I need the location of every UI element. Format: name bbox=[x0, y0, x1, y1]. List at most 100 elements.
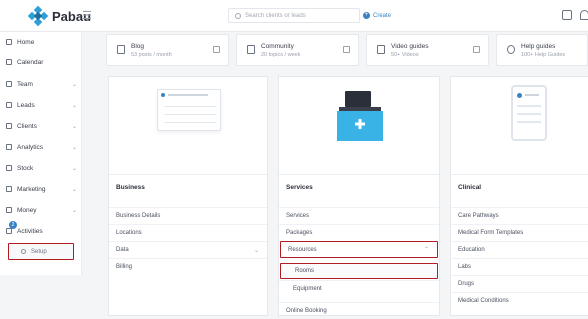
equipment-link[interactable]: Equipment bbox=[279, 280, 439, 297]
stock-icon bbox=[6, 165, 12, 171]
card-subtitle: 50+ Videos bbox=[391, 52, 419, 58]
play-icon bbox=[377, 45, 385, 54]
packages-link[interactable]: Packages bbox=[279, 224, 439, 241]
sidebar-item-analytics[interactable]: Analytics ⌄ bbox=[0, 138, 82, 156]
help-guides-card[interactable]: Help guides 100+ Help Guides bbox=[496, 34, 588, 66]
blog-card[interactable]: Blog 53 posts / month bbox=[106, 34, 229, 66]
column-title: Clinical bbox=[458, 184, 482, 191]
card-title: Blog bbox=[131, 43, 145, 50]
column-title: Business bbox=[116, 184, 145, 191]
sidebar-item-label: Calendar bbox=[17, 58, 44, 66]
calendar-top-icon[interactable] bbox=[562, 10, 572, 20]
external-link-icon bbox=[213, 46, 220, 53]
money-icon bbox=[6, 207, 12, 213]
sidebar-item-label: Stock bbox=[17, 164, 34, 172]
chevron-down-icon: ⌄ bbox=[253, 247, 259, 254]
video-guides-card[interactable]: Video guides 50+ Videos bbox=[366, 34, 489, 66]
chevron-down-icon: ⌄ bbox=[72, 144, 78, 151]
data-label: Data bbox=[116, 247, 129, 253]
top-bar: Pabau ☰ Search clients or leads + Create bbox=[0, 0, 588, 32]
services-link[interactable]: Services bbox=[279, 207, 439, 224]
sidebar-item-label: Marketing bbox=[17, 185, 46, 193]
services-illustration bbox=[279, 77, 439, 175]
plus-icon: + bbox=[363, 12, 370, 19]
clients-icon bbox=[6, 123, 12, 129]
sidebar-item-team[interactable]: Team ⌄ bbox=[0, 75, 82, 93]
external-link-icon bbox=[473, 46, 480, 53]
chevron-down-icon: ⌄ bbox=[72, 81, 78, 88]
pen-icon bbox=[117, 45, 125, 54]
home-icon bbox=[6, 39, 12, 45]
chat-icon bbox=[247, 45, 255, 54]
calendar-icon bbox=[6, 59, 12, 65]
chevron-down-icon: ⌄ bbox=[72, 207, 78, 214]
chevron-down-icon: ⌄ bbox=[72, 165, 78, 172]
business-details-link[interactable]: Business Details bbox=[109, 207, 267, 224]
chevron-down-icon: ⌄ bbox=[72, 123, 78, 130]
chevron-up-icon: ⌃ bbox=[423, 247, 429, 253]
menu-collapse-icon[interactable]: ☰ bbox=[82, 9, 92, 22]
resources-label: Resources bbox=[288, 246, 317, 253]
search-icon bbox=[235, 12, 241, 19]
rooms-link[interactable]: Rooms bbox=[280, 263, 438, 279]
column-title: Services bbox=[286, 184, 313, 191]
search-placeholder: Search clients or leads bbox=[245, 12, 306, 19]
online-booking-link[interactable]: Online Booking bbox=[279, 302, 439, 319]
sidebar-item-home[interactable]: Home bbox=[0, 33, 82, 51]
sidebar-item-label: Activities bbox=[17, 227, 43, 235]
billing-link[interactable]: Billing bbox=[109, 258, 267, 275]
business-column: Business Business Details Locations Data… bbox=[108, 76, 268, 316]
external-link-icon bbox=[343, 46, 350, 53]
sidebar-item-calendar[interactable]: Calendar bbox=[0, 53, 82, 71]
sidebar-item-label: Money bbox=[17, 206, 37, 214]
create-label: Create bbox=[373, 12, 392, 19]
data-menu[interactable]: Data ⌄ bbox=[109, 241, 267, 258]
card-subtitle: 53 posts / month bbox=[131, 52, 172, 58]
bell-icon[interactable] bbox=[580, 10, 588, 20]
sidebar-item-marketing[interactable]: Marketing ⌄ bbox=[0, 180, 82, 198]
care-pathways-link[interactable]: Care Pathways bbox=[451, 207, 588, 224]
setup-label: Setup bbox=[31, 248, 47, 255]
sidebar-item-label: Home bbox=[17, 38, 35, 46]
marketing-icon bbox=[6, 186, 12, 192]
card-title: Community bbox=[261, 43, 294, 50]
setup-main-area: Blog 53 posts / month Community 20 topic… bbox=[96, 32, 588, 316]
sidebar: Home Calendar Team ⌄ Leads ⌄ Clients ⌄ A… bbox=[0, 32, 82, 275]
gear-icon bbox=[21, 249, 26, 254]
medical-conditions-link[interactable]: Medical Conditions bbox=[451, 292, 588, 309]
sidebar-item-label: Leads bbox=[17, 101, 35, 109]
help-icon bbox=[507, 45, 515, 54]
sidebar-item-stock[interactable]: Stock ⌄ bbox=[0, 159, 82, 177]
activities-count-badge: 2 bbox=[9, 221, 17, 229]
clinical-column: Clinical Care Pathways Medical Form Temp… bbox=[450, 76, 588, 316]
drugs-link[interactable]: Drugs bbox=[451, 275, 588, 292]
sidebar-item-setup[interactable]: Setup bbox=[8, 243, 74, 260]
education-link[interactable]: Education bbox=[451, 241, 588, 258]
sidebar-item-clients[interactable]: Clients ⌄ bbox=[0, 117, 82, 135]
logo-mark-icon bbox=[27, 5, 49, 27]
create-button[interactable]: + Create bbox=[363, 8, 403, 23]
sidebar-item-leads[interactable]: Leads ⌄ bbox=[0, 96, 82, 114]
chevron-down-icon: ⌄ bbox=[72, 102, 78, 109]
sidebar-item-money[interactable]: Money ⌄ bbox=[0, 201, 82, 219]
team-icon bbox=[6, 81, 12, 87]
services-column: Services Services Packages Resources ⌃ R… bbox=[278, 76, 440, 316]
analytics-icon bbox=[6, 144, 12, 150]
labs-link[interactable]: Labs bbox=[451, 258, 588, 275]
chevron-down-icon: ⌄ bbox=[72, 186, 78, 193]
resources-menu[interactable]: Resources ⌃ bbox=[280, 241, 438, 258]
card-subtitle: 100+ Help Guides bbox=[521, 52, 566, 58]
locations-link[interactable]: Locations bbox=[109, 224, 267, 241]
card-title: Video guides bbox=[391, 43, 429, 50]
clinical-illustration bbox=[451, 77, 588, 175]
business-illustration bbox=[109, 77, 267, 175]
leads-icon bbox=[6, 102, 12, 108]
sidebar-item-label: Team bbox=[17, 80, 33, 88]
medical-form-templates-link[interactable]: Medical Form Templates bbox=[451, 224, 588, 241]
card-title: Help guides bbox=[521, 43, 556, 50]
card-subtitle: 20 topics / week bbox=[261, 52, 301, 58]
search-input[interactable]: Search clients or leads bbox=[228, 8, 360, 23]
community-card[interactable]: Community 20 topics / week bbox=[236, 34, 359, 66]
sidebar-item-label: Clients bbox=[17, 122, 37, 130]
sidebar-item-label: Analytics bbox=[17, 143, 44, 151]
